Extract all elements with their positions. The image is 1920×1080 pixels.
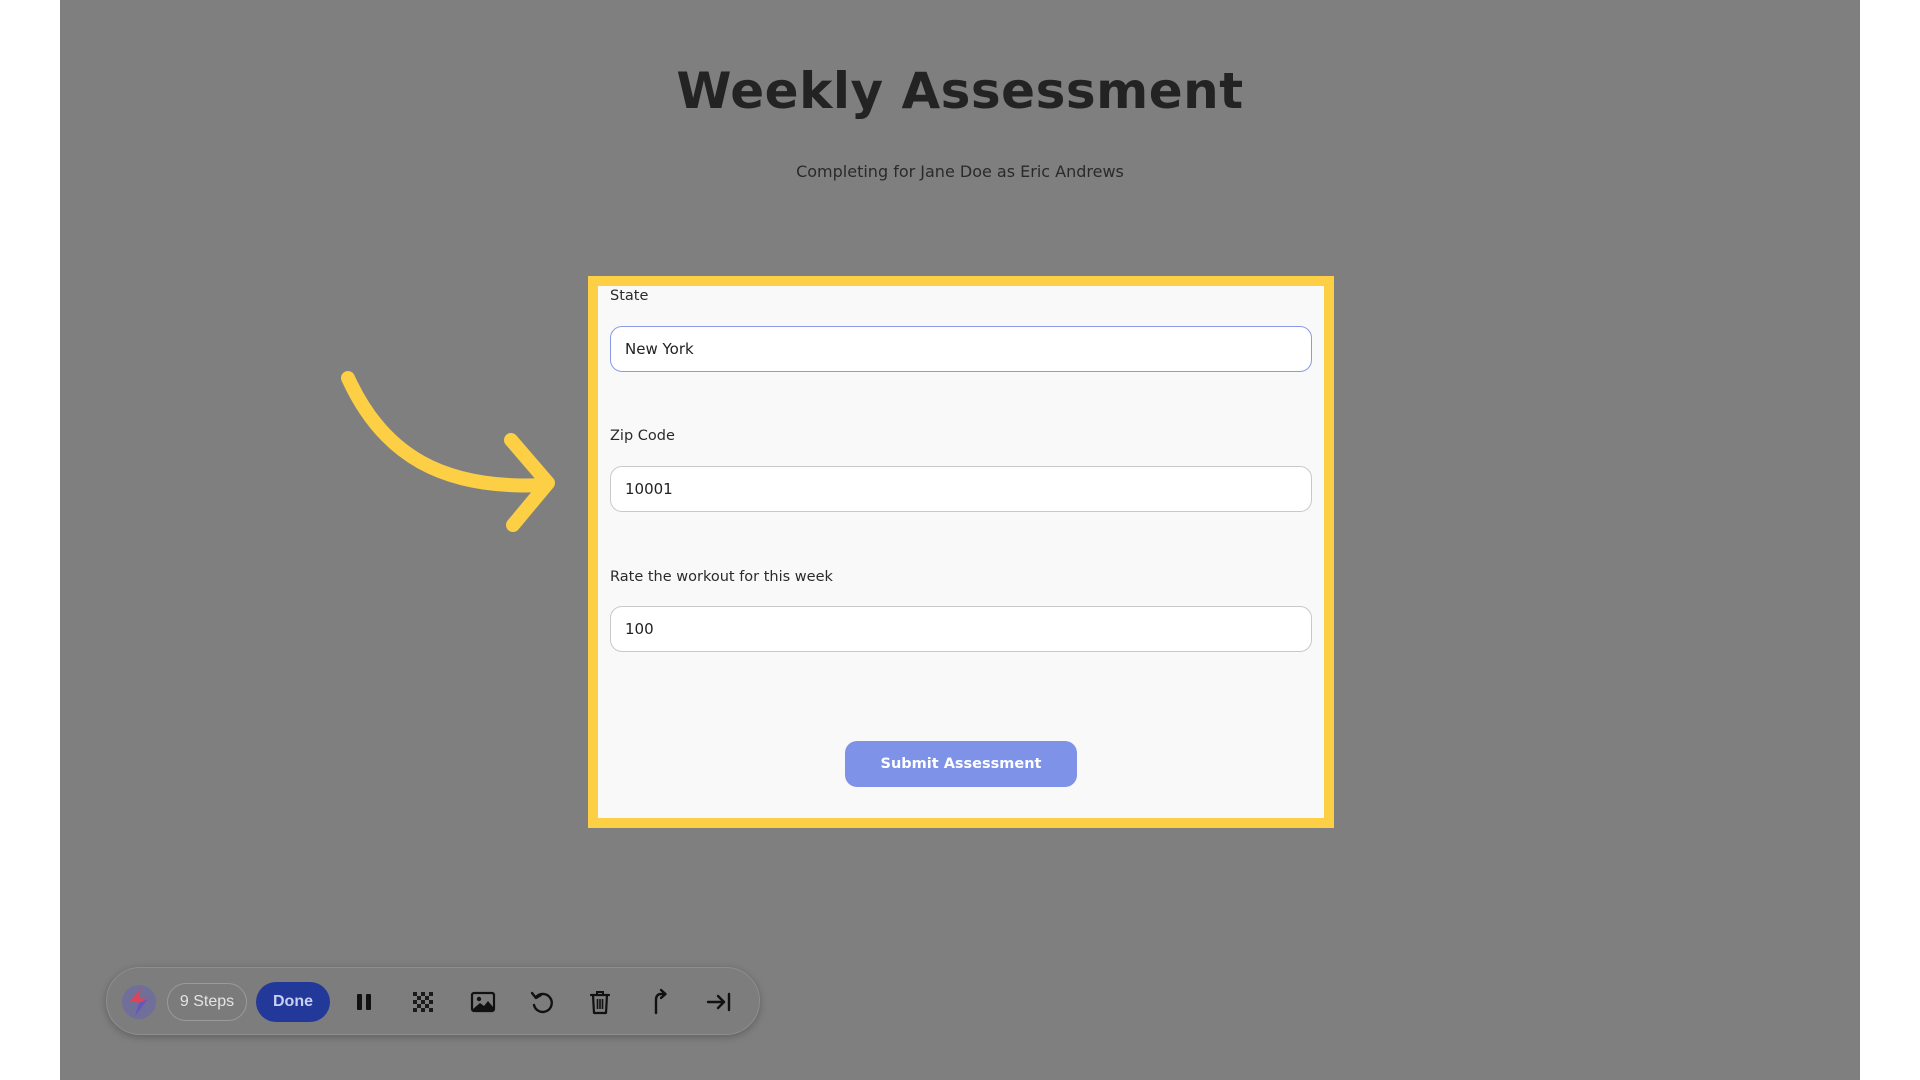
page-title: Weekly Assessment bbox=[676, 62, 1244, 120]
screenshot-backdrop: Weekly Assessment Completing for Jane Do… bbox=[60, 0, 1860, 1080]
steps-counter-badge[interactable]: 9 Steps bbox=[167, 983, 247, 1021]
trash-icon[interactable] bbox=[586, 988, 614, 1016]
submit-assessment-button[interactable]: Submit Assessment bbox=[845, 741, 1077, 787]
highlighted-form-region: State Zip Code Rate the workout for this… bbox=[588, 276, 1334, 828]
state-input[interactable] bbox=[610, 326, 1312, 372]
recorder-toolbar: 9 Steps Done bbox=[106, 967, 760, 1035]
branch-icon[interactable] bbox=[645, 988, 673, 1016]
zip-code-input[interactable] bbox=[610, 466, 1312, 512]
pointer-arrow-annotation bbox=[341, 371, 555, 532]
state-label: State bbox=[610, 288, 649, 304]
workout-rating-input[interactable] bbox=[610, 606, 1312, 652]
logo-icon[interactable] bbox=[121, 984, 157, 1020]
zip-code-label: Zip Code bbox=[610, 428, 675, 444]
pause-icon[interactable] bbox=[350, 988, 378, 1016]
workout-rating-label: Rate the workout for this week bbox=[610, 569, 833, 585]
skip-to-end-icon[interactable] bbox=[705, 988, 733, 1016]
blur-icon[interactable] bbox=[409, 988, 437, 1016]
undo-icon[interactable] bbox=[528, 988, 556, 1016]
done-button[interactable]: Done bbox=[256, 982, 330, 1022]
page-subtitle: Completing for Jane Doe as Eric Andrews bbox=[796, 162, 1124, 181]
image-icon[interactable] bbox=[469, 988, 497, 1016]
